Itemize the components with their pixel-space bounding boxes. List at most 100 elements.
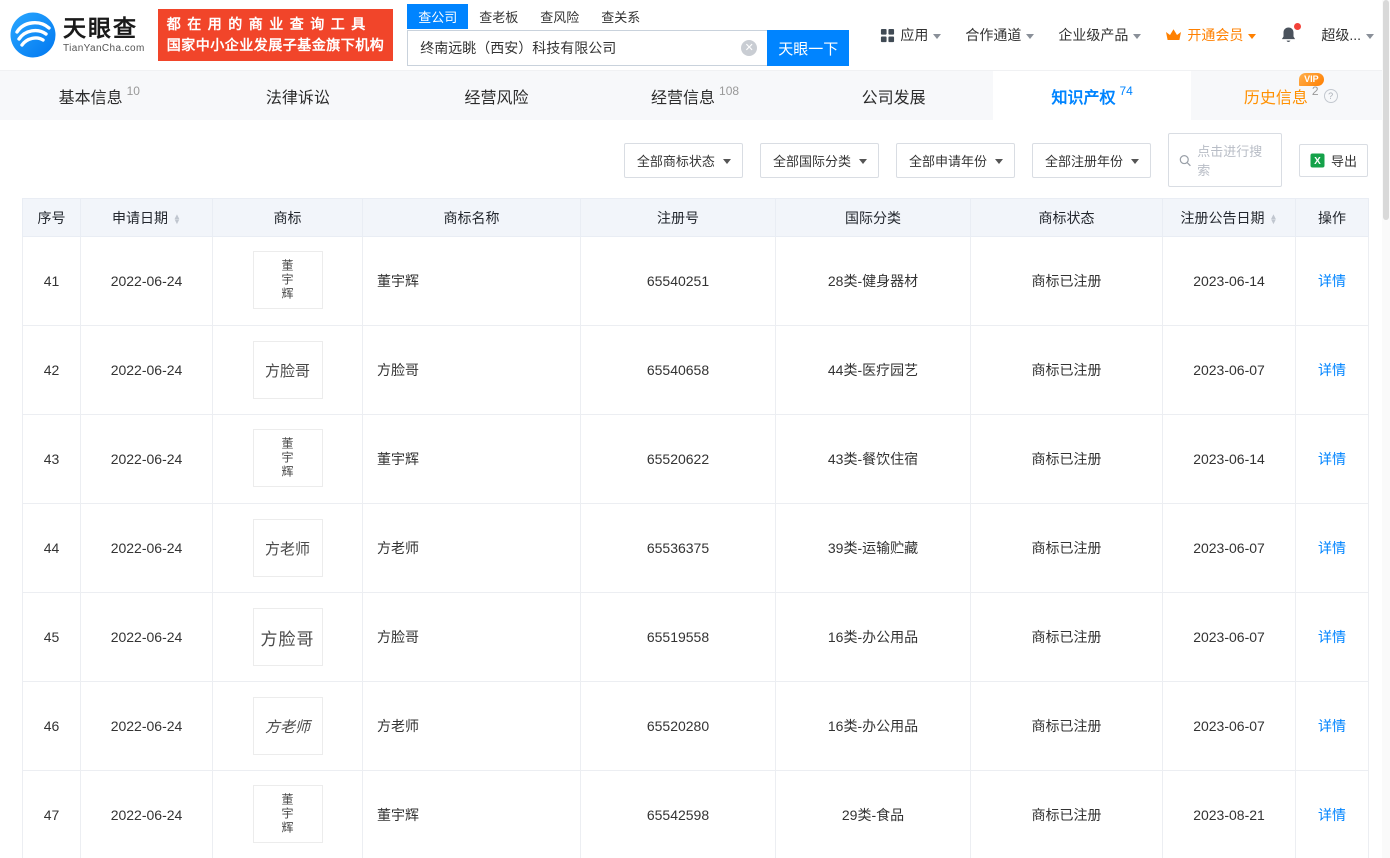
help-icon[interactable]: ? [1323,88,1338,103]
col-header-pub-date[interactable]: 注册公告日期 ▲ ▼ [1162,198,1296,237]
filter-dropdown-register-year[interactable]: 全部注册年份 [1031,142,1151,178]
tab-count: 2 [1311,83,1319,98]
tab-history[interactable]: 历史信息 2 VIP? [1191,71,1390,120]
filter-dropdown-trademark-status[interactable]: 全部商标状态 [623,142,743,178]
company-section-tabs: 基本信息 10 法律诉讼 经营风险 经营信息 108 公司发展 知识产权 74 历史信息 2 VIP? [0,70,1390,120]
chevron-down-icon [722,158,731,164]
cell-mark: 方老师 [212,681,363,771]
tab-operating-risk[interactable]: 经营风险 [397,71,596,120]
col-header-label: 商标 [273,209,302,226]
export-button[interactable]: X 导出 [1298,143,1368,177]
tianyancha-logo[interactable]: 天眼查 TianYanCha.com [10,12,145,58]
detail-link[interactable]: 详情 [1318,718,1346,734]
dropdown-label: 全部申请年份 [908,153,987,169]
excel-icon: X [1310,153,1325,167]
detail-link[interactable]: 详情 [1318,629,1346,645]
tab-business-info[interactable]: 经营信息 108 [596,71,795,120]
account-menu[interactable]: 超级... [1321,25,1374,45]
chevron-down-icon [1130,158,1139,164]
member-menu[interactable]: 开通会员 [1165,25,1257,45]
trademark-image: 方老师 [252,697,323,755]
cell-apply-date: 2022-06-24 [80,503,213,593]
cell-intl-class: 29类-食品 [775,770,971,858]
page-scrollbar[interactable] [1382,0,1390,858]
search-area: 查公司 查老板 查风险 查关系 ✕ 天眼一下 [407,4,850,66]
cell-mark: 方脸哥 [212,592,363,682]
table-row: 47 2022-06-24 董宇辉 董宇辉 65542598 29类-食品 商标… [22,770,1369,858]
tab-basic-info[interactable]: 基本信息 10 [0,71,199,120]
notification-badge [1294,23,1302,30]
scrollbar-thumb[interactable] [1383,0,1389,220]
filter-dropdown-intl-class[interactable]: 全部国际分类 [759,142,879,178]
search-tab-risk[interactable]: 查风险 [529,4,590,29]
table-search-box[interactable]: 点击进行搜索 [1167,133,1282,187]
cell-pub-date: 2023-06-07 [1162,503,1296,593]
tab-ip[interactable]: 知识产权 74 [992,71,1192,120]
detail-link[interactable]: 详情 [1318,807,1346,823]
cell-intl-class: 16类-办公用品 [775,592,971,682]
chevron-down-icon [1366,33,1374,39]
enterprise-label: 企业级产品 [1058,27,1129,43]
cell-action: 详情 [1295,325,1369,415]
cell-reg-no: 65520280 [580,681,776,771]
col-header-label: 国际分类 [845,209,901,226]
cell-intl-class: 28类-健身器材 [775,236,971,326]
search-tab-company[interactable]: 查公司 [407,4,469,29]
cell-apply-date: 2022-06-24 [80,325,213,415]
filter-dropdowns: 全部商标状态 全部国际分类 全部申请年份 全部注册年份 [623,142,1151,178]
col-header-action: 操作 [1295,198,1369,237]
col-header-intl-class: 国际分类 [775,198,971,237]
enterprise-menu[interactable]: 企业级产品 [1058,25,1142,45]
cell-apply-date: 2022-06-24 [80,592,213,682]
apps-menu[interactable]: 应用 [880,25,942,45]
cell-reg-no: 65540251 [580,236,776,326]
cell-reg-no: 65536375 [580,503,776,593]
search-tab-boss[interactable]: 查老板 [468,4,529,29]
brand-name: 天眼查 [63,14,138,41]
notifications-button[interactable] [1280,23,1302,44]
cell-index: 44 [22,503,81,593]
cell-intl-class: 43类-餐饮住宿 [775,414,971,504]
table-header-row: 序号 申请日期 ▲ ▼ 商标 商标名称 注册号 国际分类 商标状态 注册公告日期 ▲ ▼ 操作 [22,198,1369,237]
col-header-index: 序号 [22,198,81,237]
cell-action: 详情 [1295,681,1369,771]
cell-status: 商标已注册 [970,503,1163,593]
detail-link[interactable]: 详情 [1318,540,1346,556]
logo-icon [10,12,56,58]
trademark-image: 董宇辉 [252,784,323,843]
cell-status: 商标已注册 [970,414,1163,504]
detail-link[interactable]: 详情 [1318,362,1346,378]
col-header-label: 注册号 [657,209,699,226]
search-tab-relation[interactable]: 查关系 [590,4,651,29]
detail-link[interactable]: 详情 [1318,273,1346,289]
cell-reg-no: 65540658 [580,325,776,415]
promo-banner: 都在用的商业查询工具 国家中小企业发展子基金旗下机构 [157,9,394,61]
table-row: 46 2022-06-24 方老师 方老师 65520280 16类-办公用品 … [22,681,1369,771]
chevron-down-icon [1133,33,1142,39]
company-search-input[interactable] [407,30,768,66]
sort-icon[interactable]: ▲ ▼ [173,212,181,225]
search-button[interactable]: 天眼一下 [767,30,850,66]
cell-mark: 董宇辉 [212,414,363,504]
tab-legal[interactable]: 法律诉讼 [199,71,398,120]
col-header-label: 操作 [1318,209,1346,226]
cell-mark-name: 方老师 [362,503,581,593]
cell-pub-date: 2023-06-07 [1162,325,1296,415]
chevron-down-icon [1248,33,1257,39]
sort-icon[interactable]: ▲ ▼ [1270,212,1278,225]
dropdown-label: 全部国际分类 [772,153,851,169]
cell-action: 详情 [1295,414,1369,504]
partner-menu[interactable]: 合作通道 [965,25,1035,45]
cell-mark-name: 董宇辉 [362,414,581,504]
cell-pub-date: 2023-06-07 [1162,592,1296,682]
table-row: 43 2022-06-24 董宇辉 董宇辉 65520622 43类-餐饮住宿 … [22,414,1369,504]
filter-dropdown-apply-year[interactable]: 全部申请年份 [895,142,1015,178]
chevron-down-icon [994,158,1003,164]
cell-status: 商标已注册 [970,325,1163,415]
detail-link[interactable]: 详情 [1318,451,1346,467]
cell-index: 43 [22,414,81,504]
col-header-apply-date[interactable]: 申请日期 ▲ ▼ [80,198,213,237]
tab-count: 74 [1119,83,1133,98]
tab-development[interactable]: 公司发展 [794,71,993,120]
filter-row: 全部商标状态 全部国际分类 全部申请年份 全部注册年份 点击进行搜索 X 导出 [0,120,1390,198]
